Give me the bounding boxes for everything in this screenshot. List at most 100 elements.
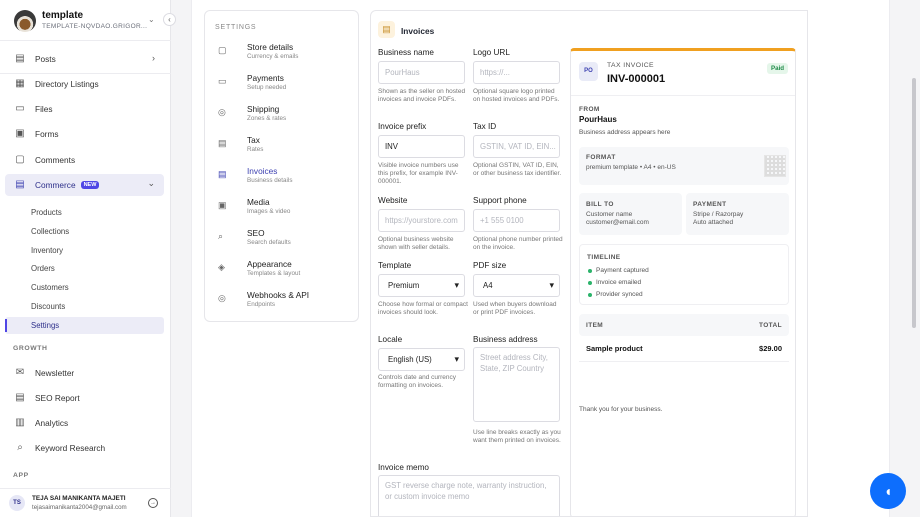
sidebar-item-commerce[interactable]: ▤ Commerce NEW ⌄ xyxy=(5,174,164,196)
folder-icon: ▭ xyxy=(15,103,25,114)
logo-url-input[interactable]: https://... xyxy=(473,61,560,84)
main-content: SETTINGS ▢ Store details Currency & emai… xyxy=(191,0,890,517)
from-name: PourHaus xyxy=(579,115,617,124)
format-value: premium template • A4 • en-US xyxy=(586,164,676,171)
settings-item-title: Tax xyxy=(247,135,260,145)
invoice-prefix-input[interactable]: INV xyxy=(378,135,465,158)
item-column-header: ITEM xyxy=(586,322,604,329)
settings-nav: SETTINGS ▢ Store details Currency & emai… xyxy=(204,10,359,322)
bill-to-box: BILL TO Customer name customer@email.com xyxy=(579,193,682,235)
chat-icon[interactable]: ◖ xyxy=(870,473,906,509)
section-label-app: APP xyxy=(13,472,29,479)
sidebar-item-label: Forms xyxy=(35,129,59,139)
invoice-logo-placeholder: PO xyxy=(579,62,598,81)
settings-item-invoices[interactable]: ▤ Invoices Business details xyxy=(215,166,350,192)
settings-item-tax[interactable]: ▤ Tax Rates xyxy=(215,135,350,161)
settings-item-subtitle: Zones & rates xyxy=(247,115,287,122)
invoice-icon: ▤ xyxy=(378,21,395,38)
sidebar-item-label: Comments xyxy=(35,155,76,165)
user-email: tejasaimanikanta2004@gmail.com xyxy=(32,504,127,511)
settings-item-webhooks-api[interactable]: ◎ Webhooks & API Endpoints xyxy=(215,290,350,316)
business-address-label: Business address xyxy=(473,335,538,344)
avatar: TS xyxy=(9,495,25,511)
divider xyxy=(0,40,171,41)
timeline-item: Provider synced xyxy=(588,291,643,298)
user-name: TEJA SAI MANIKANTA MAJETI xyxy=(32,495,126,502)
website-label: Website xyxy=(378,196,408,205)
item-name: Sample product xyxy=(586,344,643,353)
pdf-size-select[interactable]: A4 xyxy=(473,274,560,297)
sidebar-sub-collections[interactable]: Collections xyxy=(5,223,164,240)
business-address-textarea[interactable]: Street address City, State, ZIP Country xyxy=(473,347,560,422)
tax-id-label: Tax ID xyxy=(473,122,497,131)
business-name-label: Business name xyxy=(378,48,434,57)
sidebar-item-seo-report[interactable]: ▤ SEO Report xyxy=(5,387,164,409)
settings-item-subtitle: Setup needed xyxy=(247,84,287,91)
section-label-growth: GROWTH xyxy=(13,345,48,352)
chevron-down-icon: ⌄ xyxy=(147,178,155,188)
image-icon: ▣ xyxy=(218,200,227,210)
payment-note: Auto attached xyxy=(693,219,734,226)
locale-select[interactable]: English (US) xyxy=(378,348,465,371)
invoice-memo-label: Invoice memo xyxy=(378,463,429,472)
collapse-sidebar-button[interactable]: ‹ xyxy=(163,13,176,26)
template-select[interactable]: Premium xyxy=(378,274,465,297)
pdf-size-label: PDF size xyxy=(473,261,507,270)
sidebar-item-comments[interactable]: ▢ Comments xyxy=(5,149,164,171)
receipt-icon: ▤ xyxy=(218,138,227,148)
brand-logo xyxy=(14,10,36,32)
status-badge: Paid xyxy=(767,63,789,74)
sidebar-item-forms[interactable]: ▣ Forms xyxy=(5,123,164,145)
settings-item-shipping[interactable]: ◎ Shipping Zones & rates xyxy=(215,104,350,130)
logout-icon[interactable]: → xyxy=(148,498,158,508)
thank-you-note: Thank you for your business. xyxy=(579,406,663,413)
sidebar-sub-customers[interactable]: Customers xyxy=(5,279,164,296)
new-badge: NEW xyxy=(80,181,100,189)
table-row: Sample product $29.00 xyxy=(579,337,789,361)
settings-item-appearance[interactable]: ◈ Appearance Templates & layout xyxy=(215,259,350,285)
workspace-subtitle: TEMPLATE-NQVDAO.GRIGOR... xyxy=(42,23,148,30)
search-icon: ⌕ xyxy=(218,231,224,241)
settings-item-title: Shipping xyxy=(247,104,280,114)
sidebar-sub-inventory[interactable]: Inventory xyxy=(5,242,164,259)
workspace-switcher[interactable]: template TEMPLATE-NQVDAO.GRIGOR... ⌄ xyxy=(14,9,164,33)
search-icon: ⌕ xyxy=(17,442,23,453)
sidebar-item-files[interactable]: ▭ Files xyxy=(5,98,164,120)
payment-box: PAYMENT Stripe / Razorpay Auto attached xyxy=(686,193,789,235)
settings-item-media[interactable]: ▣ Media Images & video xyxy=(215,197,350,223)
settings-item-seo[interactable]: ⌕ SEO Search defaults xyxy=(215,228,350,254)
palette-icon: ◈ xyxy=(218,262,225,272)
support-phone-input[interactable]: +1 555 0100 xyxy=(473,209,560,232)
logo-url-label: Logo URL xyxy=(473,48,510,57)
settings-item-title: Webhooks & API xyxy=(247,290,310,300)
sidebar-item-posts[interactable]: ▤ Posts › xyxy=(5,48,164,70)
sidebar-item-keyword-research[interactable]: ⌕ Keyword Research xyxy=(5,437,164,459)
website-input[interactable]: https://yourstore.com xyxy=(378,209,465,232)
settings-item-store-details[interactable]: ▢ Store details Currency & emails xyxy=(215,42,350,68)
report-icon: ▤ xyxy=(15,392,25,403)
business-name-input[interactable]: PourHaus xyxy=(378,61,465,84)
settings-item-subtitle: Images & video xyxy=(247,208,291,215)
settings-item-subtitle: Search defaults xyxy=(247,239,291,246)
bill-to-email: customer@email.com xyxy=(586,219,649,226)
sidebar-item-directory-listings[interactable]: ▦ Directory Listings xyxy=(5,73,164,95)
sidebar-sub-settings[interactable]: Settings xyxy=(5,317,164,334)
invoice-memo-textarea[interactable]: GST reverse charge note, warranty instru… xyxy=(378,475,560,516)
scrollbar[interactable] xyxy=(912,78,916,328)
settings-item-payments[interactable]: ▭ Payments Setup needed xyxy=(215,73,350,99)
tax-id-input[interactable]: GSTIN, VAT ID, EIN... xyxy=(473,135,560,158)
sidebar-sub-products[interactable]: Products xyxy=(5,204,164,221)
sidebar-item-newsletter[interactable]: ✉ Newsletter xyxy=(5,362,164,384)
locale-label: Locale xyxy=(378,335,403,344)
sidebar-item-analytics[interactable]: ▥ Analytics xyxy=(5,412,164,434)
divider xyxy=(0,488,171,489)
settings-item-subtitle: Templates & layout xyxy=(247,270,301,277)
sidebar-sub-discounts[interactable]: Discounts xyxy=(5,298,164,315)
locale-help: Controls date and currency formatting on… xyxy=(378,374,457,389)
sidebar-sub-orders[interactable]: Orders xyxy=(5,260,164,277)
payment-label: PAYMENT xyxy=(693,201,727,208)
settings-item-title: Payments xyxy=(247,73,284,83)
clipboard-icon: ▣ xyxy=(15,128,25,139)
user-profile[interactable]: TS TEJA SAI MANIKANTA MAJETI tejasaimani… xyxy=(9,494,164,514)
settings-item-title: Appearance xyxy=(247,259,292,269)
